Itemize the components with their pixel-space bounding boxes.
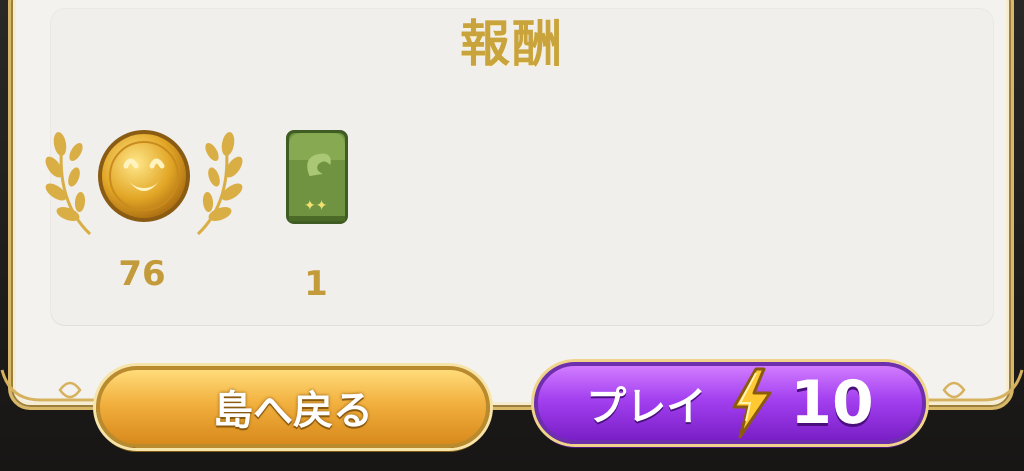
return-to-island-label: 島へ戻る — [213, 388, 373, 434]
page-title: 報酬 — [460, 15, 564, 73]
panel-ornament-left-icon — [0, 369, 96, 402]
gold-coin-icon — [98, 130, 190, 222]
svg-text:✦✦: ✦✦ — [304, 198, 328, 214]
reward-count-card-pack: 1 — [304, 264, 328, 304]
reward-count-coin: 76 — [118, 254, 166, 294]
play-label: プレイ — [586, 384, 707, 430]
play-button[interactable]: プレイ 10 — [534, 362, 926, 444]
green-card-pack-icon: ✦✦ — [286, 130, 348, 224]
reward-item-coin — [42, 122, 246, 242]
panel-ornament-right-icon — [928, 369, 1024, 402]
energy-cost: 10 — [790, 368, 874, 438]
return-to-island-button[interactable]: 島へ戻る — [96, 366, 490, 448]
lightning-bolt-icon — [732, 367, 772, 439]
